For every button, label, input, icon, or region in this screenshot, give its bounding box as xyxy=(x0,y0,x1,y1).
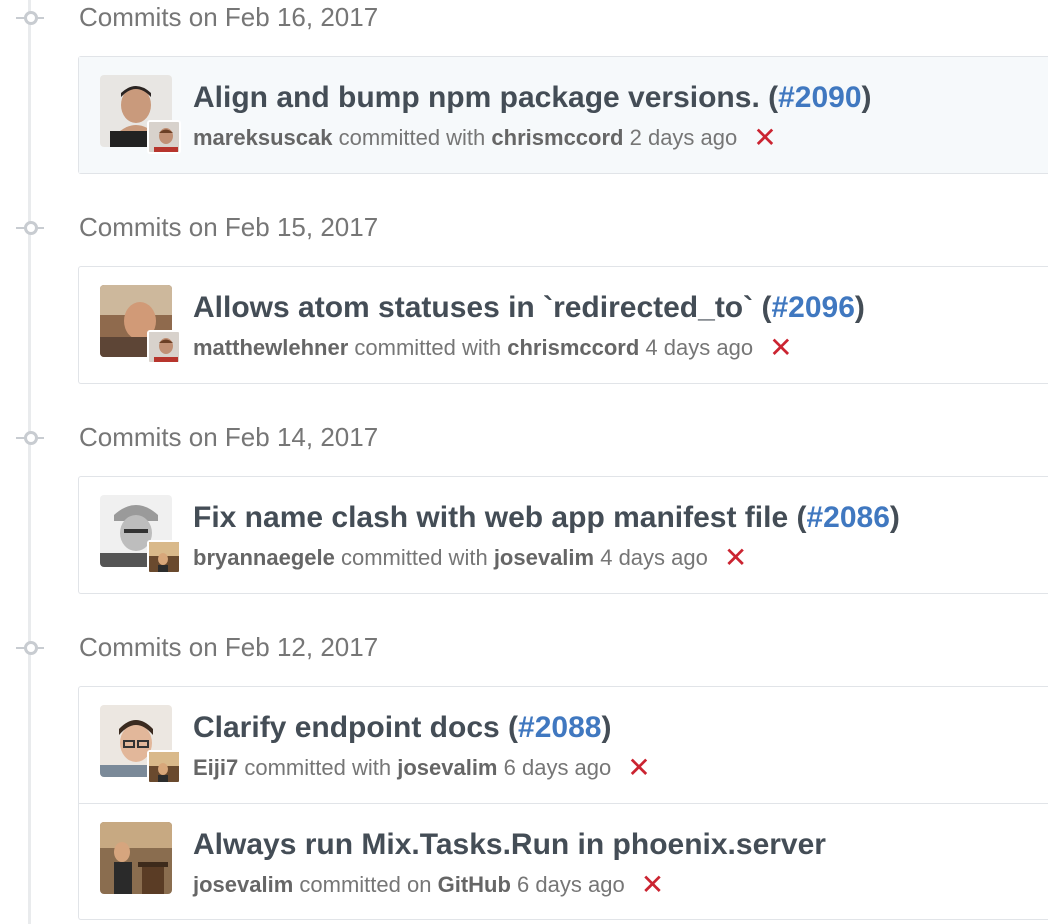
author-link[interactable]: matthewlehner xyxy=(193,335,348,360)
committer-link[interactable]: chrismccord xyxy=(507,335,639,360)
commit-title[interactable]: Allows atom statuses in `redirected_to` … xyxy=(193,290,865,326)
day-header: Commits on Feb 15, 2017 xyxy=(0,210,1048,246)
commit-time: 4 days ago xyxy=(600,545,708,570)
commit-node-icon xyxy=(16,641,44,655)
day-title: Commits on Feb 16, 2017 xyxy=(79,2,379,32)
failure-status-icon[interactable]: ✕ xyxy=(753,124,776,152)
day-title: Commits on Feb 14, 2017 xyxy=(79,422,379,452)
commit-node-icon xyxy=(16,11,44,25)
commit-row[interactable]: Clarify endpoint docs (#2088) Eiji7 comm… xyxy=(79,687,1048,803)
commit-title[interactable]: Clarify endpoint docs (#2088) xyxy=(193,710,611,746)
commit-row[interactable]: Fix name clash with web app manifest fil… xyxy=(79,477,1048,593)
commit-message[interactable]: Always run Mix.Tasks.Run in phoenix.serv… xyxy=(193,828,826,861)
commit-meta: bryannaegele committed with josevalim 4 … xyxy=(193,544,747,572)
commit-group: Align and bump npm package versions. (#2… xyxy=(78,56,1048,174)
commit-meta: josevalim committed on GitHub 6 days ago… xyxy=(193,871,664,899)
day-header: Commits on Feb 14, 2017 xyxy=(0,420,1048,456)
committer-avatar[interactable] xyxy=(147,750,181,784)
pull-request-link[interactable]: #2090 xyxy=(778,81,861,114)
committer-avatar[interactable] xyxy=(147,120,181,154)
failure-status-icon[interactable]: ✕ xyxy=(769,334,792,362)
committer-link[interactable]: GitHub xyxy=(438,872,511,897)
commit-verb: committed with xyxy=(244,755,392,780)
commit-meta: mareksuscak committed with chrismccord 2… xyxy=(193,124,777,152)
commit-title-close: ) xyxy=(854,291,865,324)
commit-verb: committed with xyxy=(354,335,502,360)
commit-title-close: ) xyxy=(861,81,872,114)
commit-title[interactable]: Align and bump npm package versions. (#2… xyxy=(193,80,872,116)
author-link[interactable]: bryannaegele xyxy=(193,545,335,570)
commit-message[interactable]: Align and bump npm package versions. ( xyxy=(193,81,778,114)
commit-group: Clarify endpoint docs (#2088) Eiji7 comm… xyxy=(78,686,1048,920)
committer-avatar[interactable] xyxy=(147,540,181,574)
commit-message[interactable]: Allows atom statuses in `redirected_to` … xyxy=(193,291,771,324)
commit-meta: matthewlehner committed with chrismccord… xyxy=(193,334,793,362)
commit-title-close: ) xyxy=(889,501,900,534)
committer-link[interactable]: chrismccord xyxy=(491,125,623,150)
commit-time: 6 days ago xyxy=(517,872,625,897)
day-title: Commits on Feb 15, 2017 xyxy=(79,212,379,242)
commit-time: 6 days ago xyxy=(503,755,612,780)
timeline-line xyxy=(28,0,31,924)
commit-node-icon xyxy=(16,221,44,235)
day-header: Commits on Feb 12, 2017 xyxy=(0,630,1048,666)
author-link[interactable]: mareksuscak xyxy=(193,125,332,150)
commit-time: 4 days ago xyxy=(645,335,754,360)
commit-row[interactable]: Align and bump npm package versions. (#2… xyxy=(79,57,1048,173)
author-link[interactable]: josevalim xyxy=(193,872,293,897)
pull-request-link[interactable]: #2086 xyxy=(806,501,889,534)
commit-message[interactable]: Clarify endpoint docs ( xyxy=(193,711,518,744)
failure-status-icon[interactable]: ✕ xyxy=(641,871,664,899)
committer-link[interactable]: josevalim xyxy=(397,755,497,780)
pull-request-link[interactable]: #2088 xyxy=(518,711,601,744)
committer-avatar[interactable] xyxy=(147,330,181,364)
commit-meta: Eiji7 committed with josevalim 6 days ag… xyxy=(193,754,651,782)
commit-row[interactable]: Always run Mix.Tasks.Run in phoenix.serv… xyxy=(79,803,1048,919)
commit-row[interactable]: Allows atom statuses in `redirected_to` … xyxy=(79,267,1048,383)
commit-group: Fix name clash with web app manifest fil… xyxy=(78,476,1048,594)
commit-time: 2 days ago xyxy=(629,125,738,150)
commit-title[interactable]: Fix name clash with web app manifest fil… xyxy=(193,500,900,536)
author-avatar[interactable] xyxy=(100,822,172,894)
commit-verb: committed with xyxy=(340,545,488,570)
pull-request-link[interactable]: #2096 xyxy=(771,291,854,324)
commit-title-close: ) xyxy=(601,711,612,744)
commit-node-icon xyxy=(16,431,44,445)
commit-verb: committed with xyxy=(338,125,486,150)
commit-verb: committed on xyxy=(299,872,432,897)
day-title: Commits on Feb 12, 2017 xyxy=(79,632,379,662)
commit-group: Allows atom statuses in `redirected_to` … xyxy=(78,266,1048,384)
failure-status-icon[interactable]: ✕ xyxy=(724,544,747,572)
failure-status-icon[interactable]: ✕ xyxy=(627,754,650,782)
author-link[interactable]: Eiji7 xyxy=(193,755,238,780)
commit-title[interactable]: Always run Mix.Tasks.Run in phoenix.serv… xyxy=(193,827,826,863)
committer-link[interactable]: josevalim xyxy=(494,545,594,570)
day-header: Commits on Feb 16, 2017 xyxy=(0,0,1048,36)
commit-message[interactable]: Fix name clash with web app manifest fil… xyxy=(193,501,806,534)
